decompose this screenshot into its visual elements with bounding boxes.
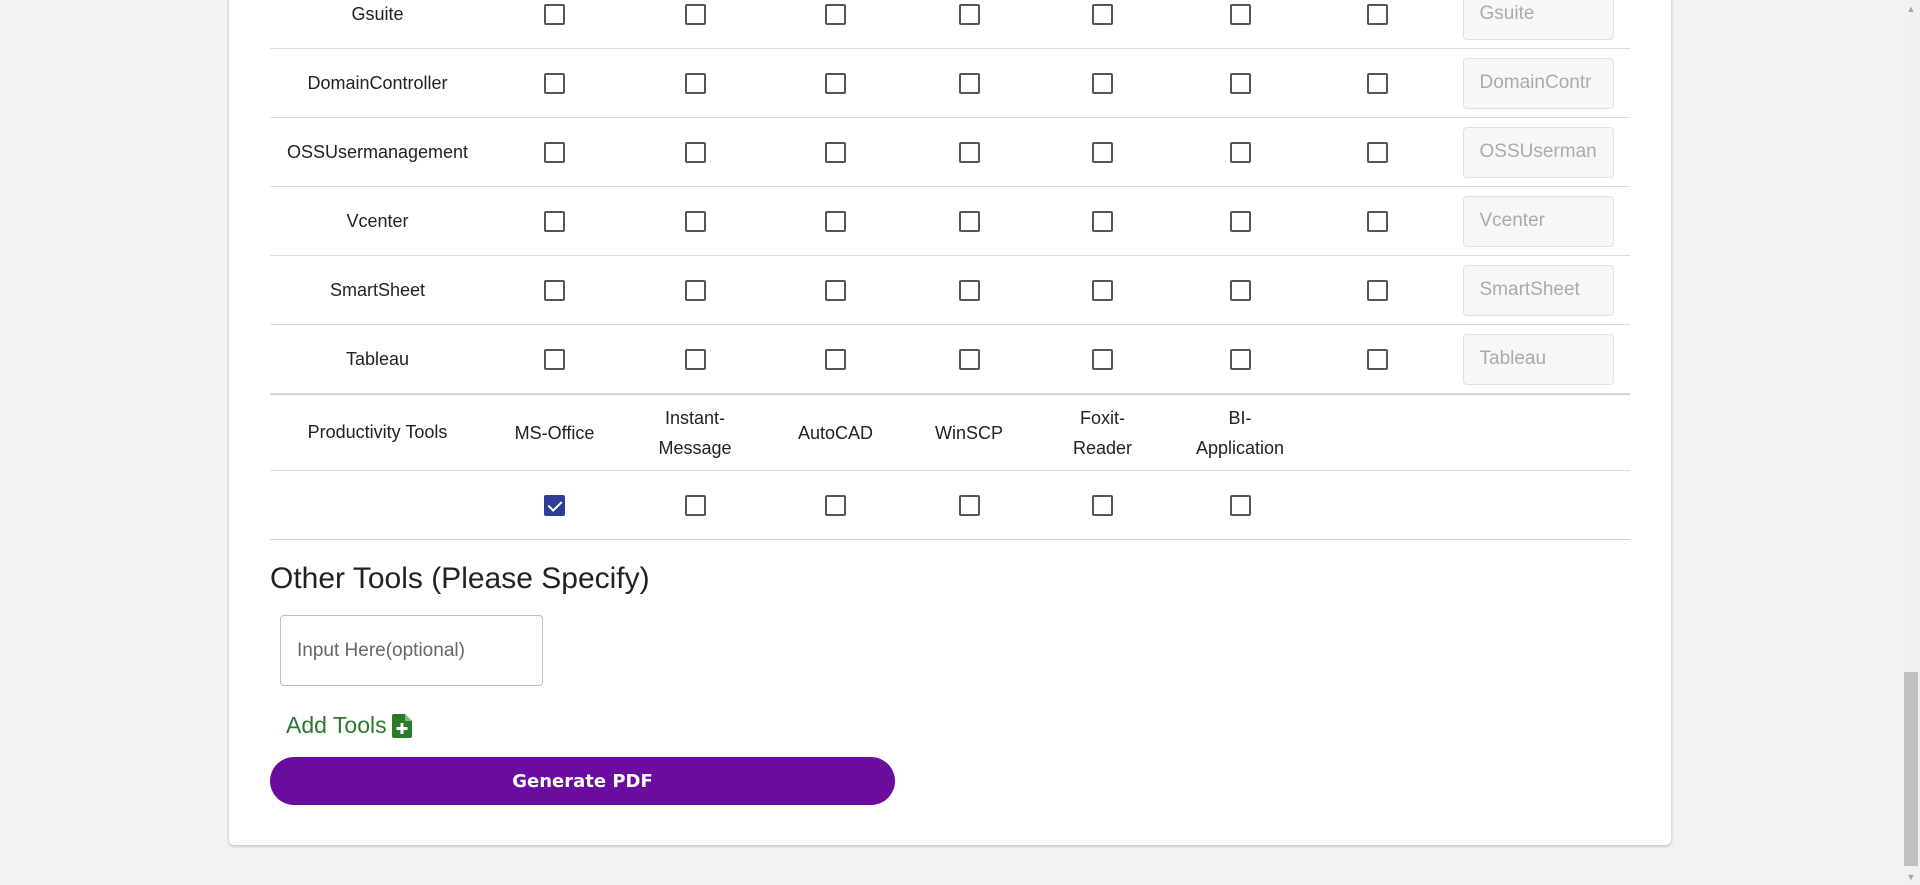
checkbox[interactable] (825, 72, 846, 94)
table-row: OSSUsermanagement (270, 118, 1630, 187)
column-winscp: WinSCP (934, 422, 1003, 443)
checkbox[interactable] (958, 279, 980, 301)
productivity-header-row: Productivity Tools MS-Office Instant- Me… (270, 394, 1630, 471)
scroll-down-arrow-icon[interactable]: ▼ (1902, 868, 1920, 885)
checkbox-ms-office[interactable] (544, 494, 565, 516)
checkbox[interactable] (544, 279, 565, 301)
tool-name: DomainController (307, 72, 448, 93)
other-tools-title: Other Tools (Please Specify) (270, 562, 650, 595)
checkbox[interactable] (684, 72, 706, 94)
checkbox[interactable] (1366, 210, 1388, 232)
column-autocad: AutoCAD (797, 422, 874, 443)
tool-name: OSSUsermanagement (286, 141, 469, 162)
tool-name: Gsuite (351, 3, 404, 24)
checkbox[interactable] (684, 348, 706, 370)
checkbox[interactable] (1366, 279, 1388, 301)
checkbox[interactable] (1366, 348, 1388, 370)
tool-field-smartsheet[interactable] (1462, 264, 1614, 316)
scrollbar[interactable]: ▲ ▼ (1902, 0, 1920, 885)
add-tools-button[interactable]: Add Tools (286, 712, 412, 739)
checkbox-foxit-reader[interactable] (1092, 494, 1113, 516)
checkbox[interactable] (684, 279, 706, 301)
checkbox[interactable] (544, 141, 565, 163)
table-row: SmartSheet (270, 256, 1630, 325)
checkbox[interactable] (544, 3, 565, 25)
table-row: Gsuite (270, 0, 1630, 49)
checkbox[interactable] (1092, 210, 1113, 232)
checkbox[interactable] (1366, 141, 1388, 163)
other-tools-input[interactable] (280, 615, 543, 686)
checkbox[interactable] (684, 141, 706, 163)
tool-field-ossusermanagement[interactable] (1462, 126, 1614, 178)
checkbox[interactable] (1229, 3, 1251, 25)
checkbox[interactable] (958, 348, 980, 370)
checkbox-winscp[interactable] (958, 494, 980, 516)
checkbox[interactable] (958, 3, 980, 25)
scroll-thumb[interactable] (1904, 672, 1918, 866)
checkbox[interactable] (825, 3, 846, 25)
column-bi-application-label: BI- Application (1195, 407, 1285, 458)
checkbox-autocad[interactable] (825, 494, 846, 516)
checkbox[interactable] (1229, 279, 1251, 301)
tool-field-tableau[interactable] (1462, 333, 1614, 385)
tool-field-gsuite[interactable] (1462, 0, 1614, 40)
column-instant-message: Instant- Message (624, 395, 766, 470)
file-plus-icon (391, 713, 412, 738)
checkbox[interactable] (958, 72, 980, 94)
table-row: Tableau (270, 325, 1630, 394)
checkbox[interactable] (684, 3, 706, 25)
checkbox[interactable] (1366, 72, 1388, 94)
checkbox[interactable] (1092, 279, 1113, 301)
tool-name: Vcenter (346, 210, 409, 231)
checkbox[interactable] (825, 279, 846, 301)
tool-field-vcenter[interactable] (1462, 195, 1614, 247)
column-foxit-reader-label: Foxit- Reader (1072, 407, 1133, 458)
productivity-checkbox-row (270, 471, 1630, 540)
form-card: Gsuite DomainController OSSUsermanagemen… (229, 0, 1671, 845)
checkbox[interactable] (1092, 3, 1113, 25)
column-instant-message-label: Instant- Message (658, 407, 732, 458)
column-ms-office: MS-Office (514, 422, 595, 443)
checkbox[interactable] (1092, 348, 1113, 370)
tool-name: SmartSheet (329, 279, 426, 300)
tool-field-domaincontroller[interactable] (1462, 57, 1614, 109)
checkbox-instant-message[interactable] (684, 494, 706, 516)
checkbox[interactable] (1229, 210, 1251, 232)
tools-table: Gsuite DomainController OSSUsermanagemen… (270, 0, 1630, 540)
checkbox[interactable] (1229, 348, 1251, 370)
scroll-up-arrow-icon[interactable]: ▲ (1902, 0, 1920, 17)
tool-name: Tableau (345, 348, 410, 369)
checkbox[interactable] (825, 348, 846, 370)
table-row: DomainController (270, 49, 1630, 118)
checkbox[interactable] (544, 210, 565, 232)
add-tools-label: Add Tools (286, 712, 387, 738)
checkbox[interactable] (825, 210, 846, 232)
checkbox[interactable] (958, 141, 980, 163)
productivity-label: Productivity Tools (307, 422, 448, 442)
checkbox[interactable] (1092, 141, 1113, 163)
checkbox[interactable] (544, 72, 565, 94)
table-row: Vcenter (270, 187, 1630, 256)
column-bi-application: BI- Application (1172, 395, 1308, 470)
checkbox-bi-application[interactable] (1229, 494, 1251, 516)
checkbox[interactable] (1092, 72, 1113, 94)
checkbox[interactable] (1366, 3, 1388, 25)
checkbox[interactable] (1229, 72, 1251, 94)
checkbox[interactable] (958, 210, 980, 232)
column-foxit-reader: Foxit- Reader (1033, 395, 1172, 470)
checkbox[interactable] (1229, 141, 1251, 163)
checkbox[interactable] (684, 210, 706, 232)
generate-pdf-button[interactable]: Generate PDF (270, 757, 895, 805)
checkbox[interactable] (544, 348, 565, 370)
checkbox[interactable] (825, 141, 846, 163)
